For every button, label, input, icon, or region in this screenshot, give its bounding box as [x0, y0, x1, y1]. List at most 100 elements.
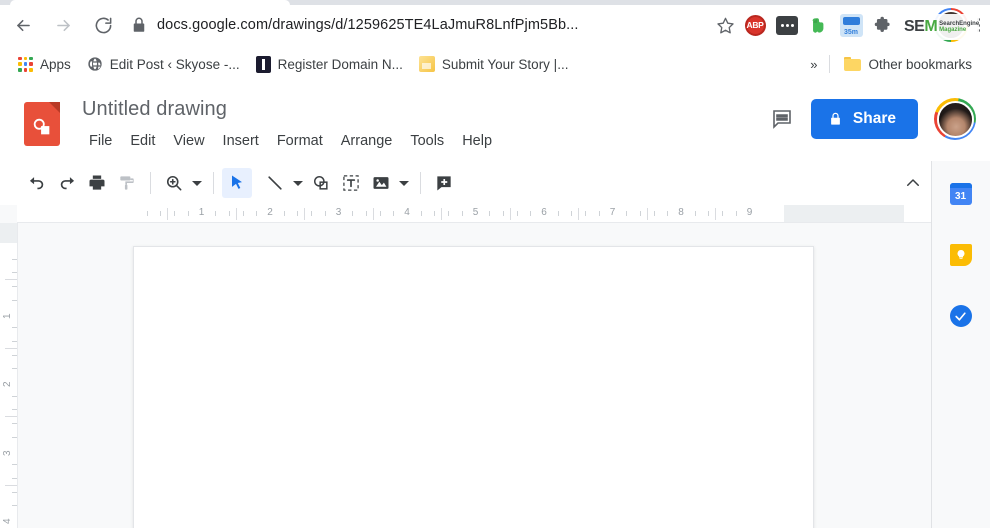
address-bar[interactable]: docs.google.com/drawings/d/1259625TE4LaJ… [130, 10, 702, 40]
menu-help[interactable]: Help [455, 130, 499, 152]
print-button[interactable] [82, 168, 112, 198]
menu-arrange[interactable]: Arrange [334, 130, 400, 152]
dots-box-icon [776, 15, 798, 35]
bookmarks-overflow-button[interactable]: » [804, 57, 823, 72]
paint-format-button[interactable] [112, 168, 142, 198]
adblock-plus-extension[interactable]: ABP [740, 10, 770, 40]
ruler-tick-major [235, 208, 237, 220]
line-dropdown-button[interactable] [290, 168, 306, 198]
open-comments-button[interactable] [769, 106, 795, 132]
ruler-offcanvas [0, 223, 17, 243]
menu-format[interactable]: Format [270, 130, 330, 152]
line-tool-button[interactable] [260, 168, 290, 198]
menu-tools[interactable]: Tools [403, 130, 451, 152]
ruler-tick [598, 211, 600, 216]
yellow-favicon [418, 56, 435, 72]
undo-button[interactable] [22, 168, 52, 198]
ruler-number: 7 [609, 207, 616, 218]
google-apps-side-panel: 31 [931, 161, 990, 528]
select-tool-button[interactable] [222, 168, 252, 198]
avatar-photo [936, 100, 974, 138]
divider [213, 172, 214, 194]
shape-tool-button[interactable] [306, 168, 336, 198]
bookmark-register-domain[interactable]: Register Domain N... [248, 51, 411, 77]
other-bookmarks-button[interactable]: Other bookmarks [836, 51, 980, 77]
extensions-puzzle-button[interactable] [868, 10, 898, 40]
horizontal-ruler[interactable]: 1 2 3 4 5 6 7 8 9 [17, 205, 931, 223]
zoom-dropdown-button[interactable] [189, 168, 205, 198]
ruler-offcanvas [783, 205, 904, 222]
drawing-canvas[interactable] [133, 246, 814, 528]
collapse-toolbar-button[interactable] [898, 168, 928, 198]
timer-extension[interactable]: 35m [836, 10, 866, 40]
ruler-tick [12, 340, 17, 342]
arrow-right-icon [56, 19, 70, 31]
ruler-tick-major [578, 208, 580, 220]
ruler-number: 9 [746, 207, 753, 218]
ruler-tick [708, 211, 710, 216]
reload-button[interactable] [86, 8, 120, 42]
divider [829, 55, 831, 73]
bookmark-star-button[interactable] [710, 10, 740, 40]
google-tasks-icon[interactable] [949, 305, 973, 328]
paint-roller-icon [120, 176, 134, 190]
google-calendar-icon[interactable]: 31 [949, 183, 973, 206]
redo-button[interactable] [52, 168, 82, 198]
ruler-tick [160, 211, 162, 216]
add-comment-button[interactable] [429, 168, 459, 198]
menu-edit[interactable]: Edit [123, 130, 162, 152]
bookmark-label: Apps [40, 56, 71, 72]
ruler-tick [187, 211, 189, 216]
document-title[interactable]: Untitled drawing [82, 98, 227, 121]
canvas-scroll-area[interactable] [18, 224, 931, 528]
vertical-ruler[interactable]: 1 2 3 4 [0, 223, 18, 528]
menu-file[interactable]: File [82, 130, 119, 152]
ruler-tick-major [5, 279, 17, 281]
back-button[interactable] [6, 8, 40, 42]
evernote-elephant-icon [812, 18, 824, 33]
ruler-tick-major [5, 484, 17, 486]
header-actions: Share [769, 98, 976, 140]
avatar-ring [934, 98, 976, 140]
menu-insert[interactable]: Insert [216, 130, 266, 152]
image-button[interactable] [366, 168, 396, 198]
ruler-tick [12, 491, 17, 493]
ruler-number: 5 [472, 207, 479, 218]
arrow-left-icon [16, 19, 30, 31]
ruler-tick [12, 436, 17, 438]
ruler-tick-major [167, 208, 169, 220]
ruler-tick [530, 211, 532, 216]
menu-view[interactable]: View [166, 130, 211, 152]
ruler-tick [174, 211, 176, 216]
google-keep-icon[interactable] [949, 244, 973, 267]
chevron-down-icon [293, 181, 303, 186]
browser-window: docs.google.com/drawings/d/1259625TE4LaJ… [0, 0, 990, 528]
ruler-tick [626, 211, 628, 216]
bookmark-label: Edit Post ‹ Skyose -... [109, 56, 240, 72]
forward-button[interactable] [46, 8, 80, 42]
reload-icon [95, 17, 111, 33]
ruler-tick [12, 395, 17, 397]
bookmark-edit-post[interactable]: Edit Post ‹ Skyose -... [79, 51, 248, 77]
share-button[interactable]: Share [810, 99, 918, 139]
dark-reader-extension[interactable] [772, 10, 802, 40]
google-drawings-icon[interactable] [24, 102, 60, 146]
ruler-tick [12, 354, 17, 356]
ruler-number: 3 [2, 449, 13, 456]
bookmark-submit-story[interactable]: Submit Your Story |... [411, 51, 577, 77]
ruler-tick [735, 211, 737, 216]
zoom-button[interactable] [159, 168, 189, 198]
text-box-button[interactable] [336, 168, 366, 198]
ruler-tick [12, 368, 17, 370]
account-avatar[interactable] [934, 98, 976, 140]
evernote-extension[interactable] [804, 10, 834, 40]
ruler-tick [557, 211, 559, 216]
lock-icon [831, 112, 840, 125]
image-dropdown-button[interactable] [396, 168, 412, 198]
bookmark-label: Register Domain N... [277, 56, 403, 72]
ruler-tick [461, 211, 463, 216]
redo-icon [60, 177, 75, 190]
bookmark-apps[interactable]: Apps [10, 51, 79, 77]
browser-toolbar: docs.google.com/drawings/d/1259625TE4LaJ… [0, 5, 990, 45]
ruler-number: 2 [267, 207, 273, 218]
